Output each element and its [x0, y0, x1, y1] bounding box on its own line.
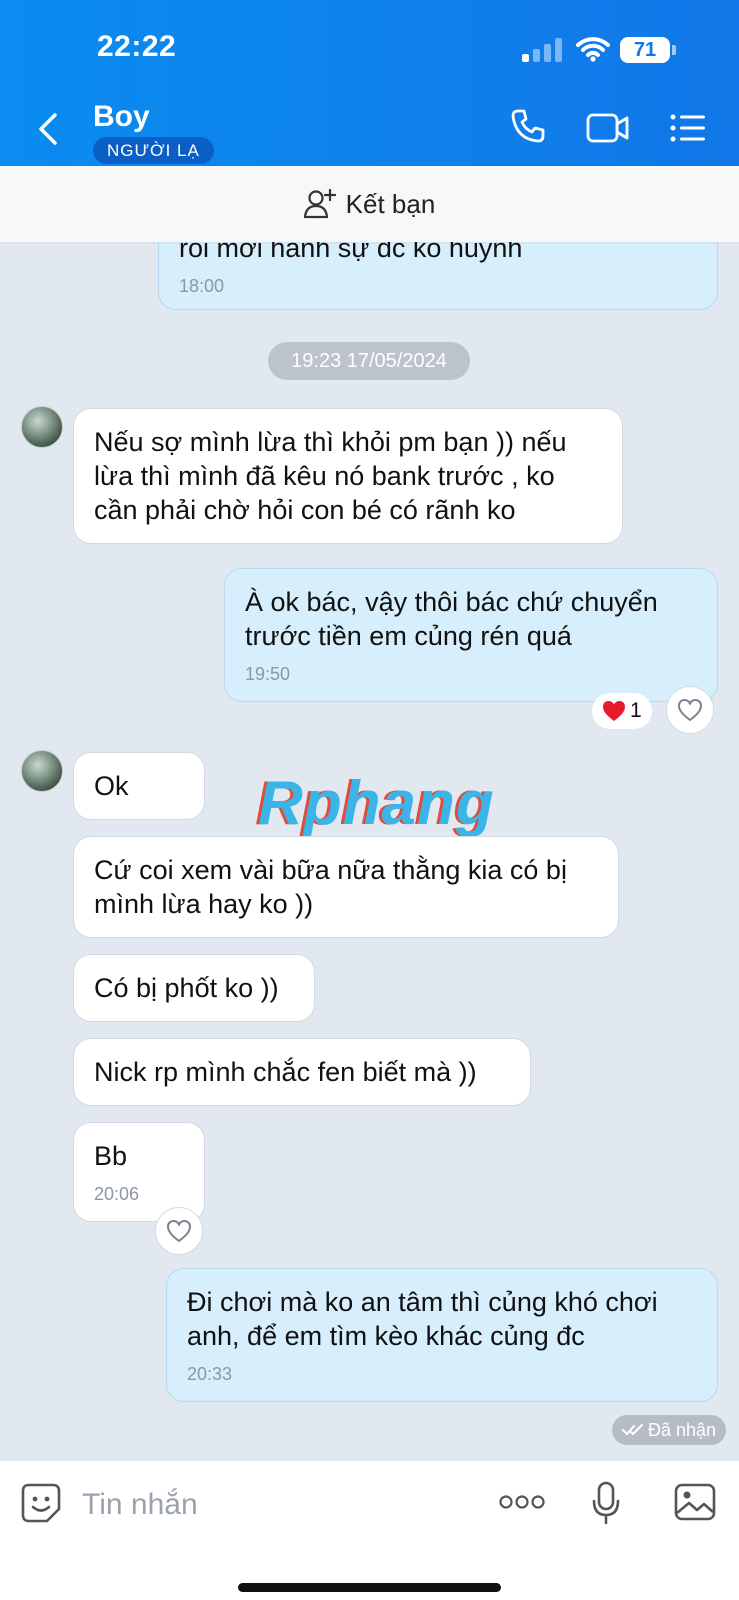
message-input[interactable]: Tin nhắn: [82, 1488, 198, 1522]
contact-avatar[interactable]: [21, 750, 63, 792]
wifi-icon: [576, 37, 610, 62]
menu-list-icon[interactable]: [670, 114, 706, 142]
message-bubble-incoming[interactable]: Ok: [73, 752, 205, 820]
message-text: À ok bác, vậy thôi bác chứ chuyển trước …: [245, 587, 658, 651]
message-bubble-incoming[interactable]: Cứ coi xem vài bữa nữa thằng kia có bị m…: [73, 836, 619, 938]
contact-name[interactable]: Boy: [93, 100, 150, 134]
message-bubble-outgoing[interactable]: À ok bác, vậy thôi bác chứ chuyển trước …: [224, 568, 718, 702]
message-time: 20:33: [187, 1364, 233, 1384]
message-time: 19:50: [245, 664, 291, 684]
chat-header: 22:22 71 Boy NGƯỜI LẠ: [0, 0, 739, 166]
stranger-badge: NGƯỜI LẠ: [93, 137, 214, 164]
phone-call-icon[interactable]: [510, 108, 546, 144]
date-divider: 19:23 17/05/2024: [268, 342, 470, 380]
heart-reaction-icon: [603, 701, 625, 721]
reaction-count-value: 1: [630, 699, 642, 722]
message-time: 20:06: [94, 1184, 140, 1204]
message-bubble-incoming[interactable]: Nếu sợ mình lừa thì khỏi pm bạn )) nếu l…: [73, 408, 623, 544]
message-text: Bb: [94, 1141, 128, 1171]
reaction-count[interactable]: 1: [592, 693, 652, 729]
back-arrow-icon[interactable]: [36, 112, 60, 146]
message-time: 18:00: [179, 276, 225, 296]
contact-avatar[interactable]: [21, 406, 63, 448]
message-text: Nick rp mình chắc fen biết mà )): [94, 1057, 477, 1087]
microphone-icon[interactable]: [591, 1481, 621, 1525]
watermark-logo: Rphang: [258, 769, 495, 838]
more-options-icon[interactable]: [499, 1495, 545, 1509]
message-bubble-incoming[interactable]: Có bị phốt ko )): [73, 954, 315, 1022]
image-gallery-icon[interactable]: [674, 1483, 716, 1521]
add-friend-label: Kết bạn: [345, 188, 436, 219]
battery-indicator: 71: [620, 37, 670, 63]
message-text: Cứ coi xem vài bữa nữa thằng kia có bị m…: [94, 855, 567, 919]
message-text: Đi chơi mà ko an tâm thì củng khó chơi a…: [187, 1287, 658, 1351]
home-indicator: [238, 1583, 501, 1592]
add-friend-icon: [303, 189, 336, 219]
like-button[interactable]: [666, 686, 714, 734]
message-text: Nếu sợ mình lừa thì khỏi pm bạn )) nếu l…: [94, 427, 567, 525]
delivery-status-label: Đã nhận: [648, 1420, 717, 1440]
message-composer: Tin nhắn: [0, 1460, 739, 1600]
delivery-status: Đã nhận: [612, 1415, 727, 1445]
battery-tip: [672, 45, 676, 55]
status-time: 22:22: [97, 30, 177, 63]
message-bubble-incoming[interactable]: Nick rp mình chắc fen biết mà )): [73, 1038, 531, 1106]
cellular-signal-icon: [522, 38, 564, 62]
heart-outline-icon: [166, 1219, 192, 1243]
double-check-icon: [622, 1424, 643, 1435]
sticker-icon[interactable]: [21, 1483, 61, 1523]
like-button[interactable]: [155, 1207, 203, 1255]
message-bubble-outgoing[interactable]: Đi chơi mà ko an tâm thì củng khó chơi a…: [166, 1268, 718, 1402]
message-text: Ok: [94, 771, 129, 801]
video-call-icon[interactable]: [586, 112, 630, 144]
message-text: Có bị phốt ko )): [94, 973, 279, 1003]
add-friend-button[interactable]: Kết bạn: [0, 166, 739, 242]
heart-outline-icon: [677, 698, 703, 722]
